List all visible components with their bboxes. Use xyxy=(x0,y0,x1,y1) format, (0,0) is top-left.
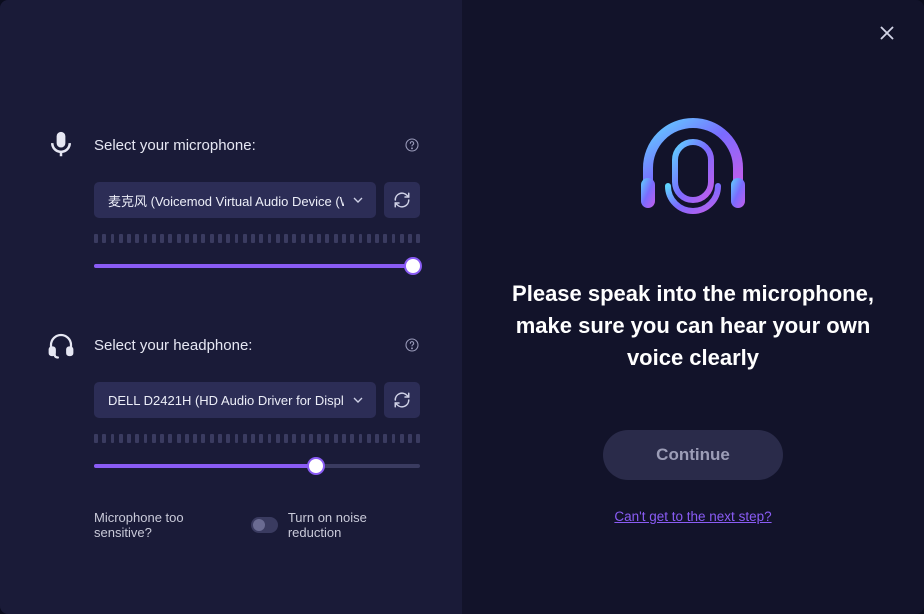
chevron-down-icon xyxy=(350,392,366,408)
continue-button[interactable]: Continue xyxy=(603,430,783,480)
headphone-group: Select your headphone: DELL D2421H (HD A… xyxy=(46,330,420,468)
help-icon[interactable] xyxy=(404,137,420,153)
noise-toggle[interactable] xyxy=(251,517,278,533)
mic-slider-thumb[interactable] xyxy=(406,259,420,273)
continue-label: Continue xyxy=(656,445,730,465)
microphone-headset-icon xyxy=(623,108,763,248)
hp-slider-thumb[interactable] xyxy=(309,459,323,473)
hp-refresh-button[interactable] xyxy=(384,382,420,418)
mic-header-row: Select your microphone: xyxy=(46,130,420,160)
noise-hint: Turn on noise reduction xyxy=(288,510,420,540)
help-link-row: Can't get to the next step? xyxy=(510,508,876,526)
noise-reduction-row: Microphone too sensitive? Turn on noise … xyxy=(94,510,420,540)
mic-volume-slider[interactable] xyxy=(46,264,420,268)
hp-level-meter xyxy=(94,434,420,446)
mic-label: Select your microphone: xyxy=(94,137,404,154)
hero-illustration xyxy=(510,108,876,248)
mic-select[interactable]: 麦克风 (Voicemod Virtual Audio Device (WD xyxy=(94,182,376,218)
mic-refresh-button[interactable] xyxy=(384,182,420,218)
right-panel: Please speak into the microphone, make s… xyxy=(462,0,924,614)
hp-select[interactable]: DELL D2421H (HD Audio Driver for Display… xyxy=(94,382,376,418)
mic-level-meter xyxy=(94,234,420,246)
microphone-group: Select your microphone: 麦克风 (Voicemod Vi… xyxy=(46,130,420,268)
hp-label: Select your headphone: xyxy=(94,337,404,354)
hp-select-row: DELL D2421H (HD Audio Driver for Display… xyxy=(94,382,420,418)
headphone-icon xyxy=(46,330,76,360)
instruction-text: Please speak into the microphone, make s… xyxy=(510,278,876,374)
help-icon[interactable] xyxy=(404,337,420,353)
close-icon[interactable] xyxy=(876,22,898,44)
chevron-down-icon xyxy=(350,192,366,208)
mic-select-value: 麦克风 (Voicemod Virtual Audio Device (WD xyxy=(108,191,344,210)
help-link[interactable]: Can't get to the next step? xyxy=(614,509,771,524)
noise-question: Microphone too sensitive? xyxy=(94,510,241,540)
hp-select-value: DELL D2421H (HD Audio Driver for Display… xyxy=(108,393,344,408)
microphone-icon xyxy=(46,130,76,160)
setup-dialog: Select your microphone: 麦克风 (Voicemod Vi… xyxy=(0,0,924,614)
left-panel: Select your microphone: 麦克风 (Voicemod Vi… xyxy=(0,0,462,614)
hp-volume-slider[interactable] xyxy=(46,464,420,468)
mic-select-row: 麦克风 (Voicemod Virtual Audio Device (WD xyxy=(94,182,420,218)
hp-header-row: Select your headphone: xyxy=(46,330,420,360)
